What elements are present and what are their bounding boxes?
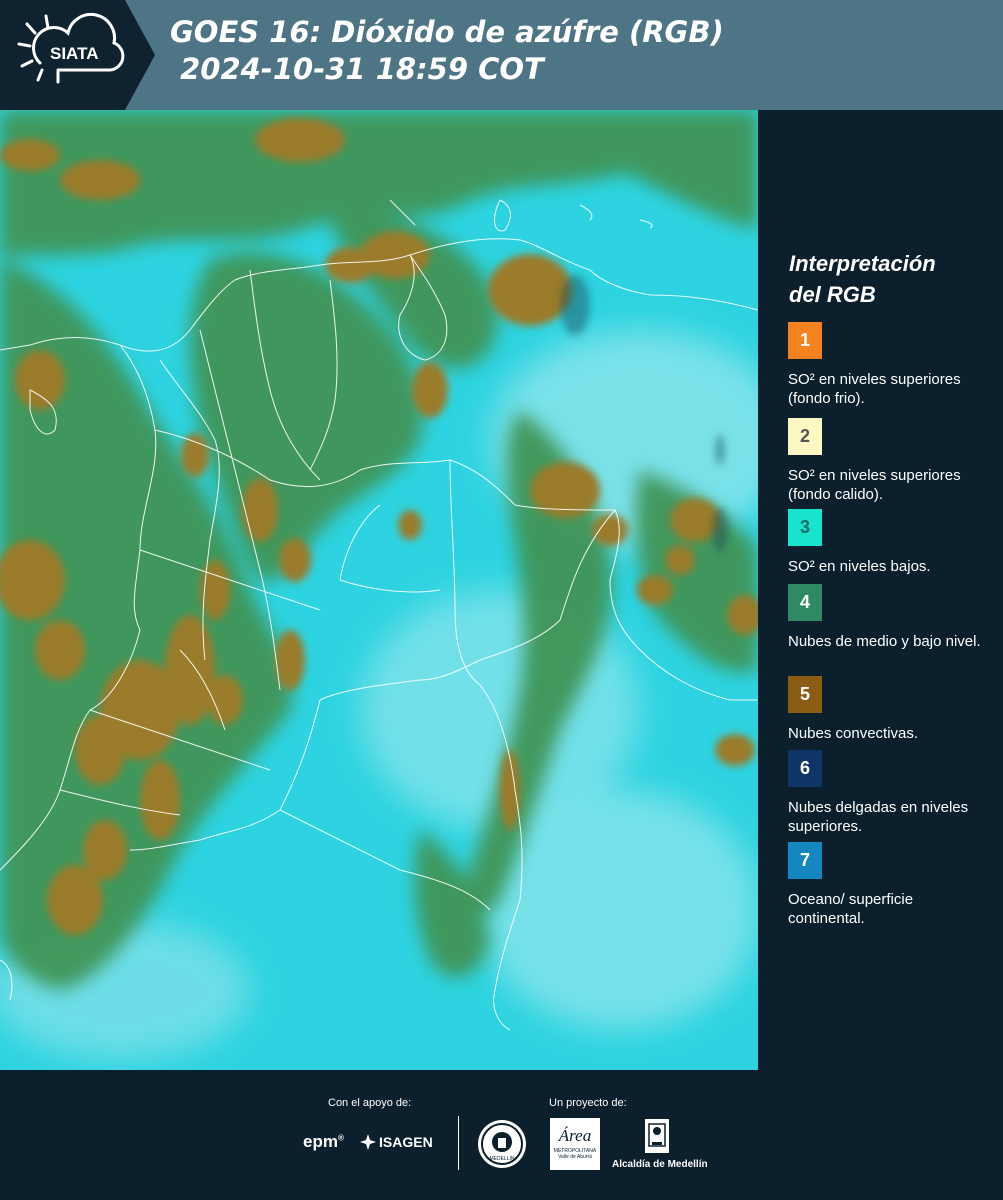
legend-number-3: 3 (799, 517, 810, 537)
legend-item-3: 3 SO² en niveles bajos. (788, 509, 988, 576)
legend-item-7: 7 Oceano/ superficie continental. (788, 842, 988, 928)
legend-number-6: 6 (799, 758, 810, 778)
satellite-rgb-map (0, 110, 758, 1070)
project-label: Un proyecto de: (549, 1097, 627, 1109)
footer: Con el apoyo de: Un proyecto de: epm® IS… (0, 1070, 1003, 1200)
medellin-seal-logo[interactable]: MEDELLIN (478, 1120, 526, 1168)
legend-text-4: Nubes de medio y bajo nivel. (788, 633, 981, 650)
page-title: GOES 16: Dióxido de azúfre (RGB) 2024-10… (170, 14, 724, 88)
seal-icon: MEDELLIN (481, 1123, 523, 1165)
siata-logo[interactable]: SIATA (0, 0, 155, 110)
legend-item-4: 4 Nubes de medio y bajo nivel. (788, 584, 988, 651)
legend-item-1: 1 SO² en niveles superiores (fondo frio)… (788, 322, 988, 408)
legend-text-6: Nubes delgadas en niveles superiores. (788, 799, 969, 835)
legend-number-7: 7 (799, 850, 810, 870)
isagen-logo-text: ISAGEN (379, 1134, 433, 1150)
legend-swatch-6: 6 (788, 750, 822, 787)
legend-text-1: SO² en niveles superiores (fondo frio). (788, 371, 961, 407)
siata-logo-text: SIATA (50, 44, 98, 63)
legend-item-6: 6 Nubes delgadas en niveles superiores. (788, 750, 988, 836)
area-metropolitana-logo[interactable]: Área METROPOLITANA Valle de Aburrá (550, 1118, 600, 1170)
area-logo-sub2: Valle de Aburrá (558, 1154, 592, 1160)
legend-number-4: 4 (799, 592, 810, 612)
header-bar: SIATA GOES 16: Dióxido de azúfre (RGB) 2… (0, 0, 1003, 110)
legend-title: Interpretación del RGB (789, 248, 989, 310)
legend-swatch-1: 1 (788, 322, 822, 359)
legend-swatch-2: 2 (788, 418, 822, 455)
alcaldia-logo-text: Alcaldía de Medellín (612, 1159, 708, 1170)
legend-title-line-1: Interpretación (789, 251, 936, 276)
legend-swatch-5: 5 (788, 676, 822, 713)
legend-number-5: 5 (799, 684, 810, 704)
title-line-2: 2024-10-31 18:59 COT (170, 52, 544, 86)
area-logo-text: Área (558, 1126, 592, 1145)
seal-text: MEDELLIN (489, 1156, 514, 1162)
legend-text-5: Nubes convectivas. (788, 725, 919, 742)
legend-panel: Interpretación del RGB 1 SO² en niveles … (763, 110, 1003, 1070)
alcaldia-logo[interactable]: Alcaldía de Medellín (612, 1118, 708, 1174)
isagen-star-icon (360, 1134, 376, 1150)
epm-logo[interactable]: epm® (303, 1132, 344, 1152)
legend-item-2: 2 SO² en niveles superiores (fondo calid… (788, 418, 988, 504)
legend-text-2: SO² en niveles superiores (fondo calido)… (788, 467, 961, 503)
legend-swatch-3: 3 (788, 509, 822, 546)
legend-number-1: 1 (799, 330, 810, 350)
legend-text-7: Oceano/ superficie continental. (788, 891, 914, 927)
support-label: Con el apoyo de: (328, 1097, 412, 1109)
epm-logo-text: epm (303, 1132, 338, 1151)
legend-swatch-7: 7 (788, 842, 822, 879)
title-line-1: GOES 16: Dióxido de azúfre (RGB) (170, 15, 724, 49)
isagen-logo[interactable]: ISAGEN (359, 1133, 433, 1151)
alcaldia-crest-icon (645, 1119, 669, 1153)
footer-divider (458, 1116, 459, 1170)
legend-number-2: 2 (799, 426, 810, 446)
legend-swatch-4: 4 (788, 584, 822, 621)
legend-title-line-2: del RGB (789, 282, 876, 307)
legend-item-5: 5 Nubes convectivas. (788, 676, 988, 743)
legend-text-3: SO² en niveles bajos. (788, 558, 931, 575)
